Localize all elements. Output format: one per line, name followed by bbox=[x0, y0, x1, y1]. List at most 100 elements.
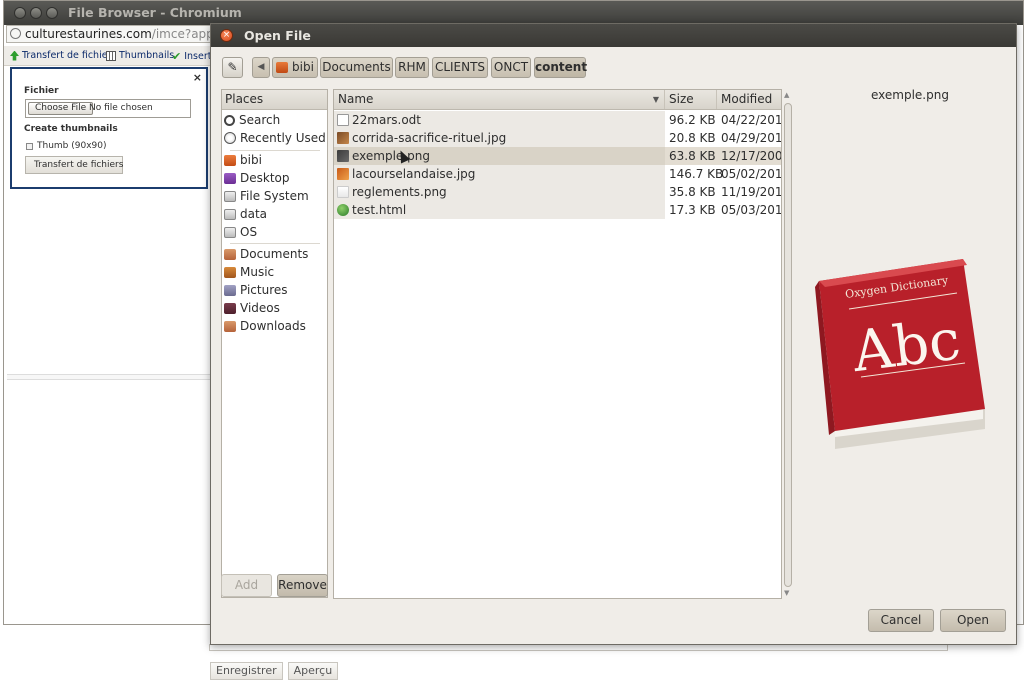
column-name-header[interactable]: Name ▼ bbox=[334, 90, 665, 109]
place-bibi[interactable]: bibi bbox=[224, 151, 262, 169]
place-videos[interactable]: Videos bbox=[224, 299, 280, 317]
sort-descending-icon: ▼ bbox=[652, 95, 659, 104]
file-name: exemple.png bbox=[352, 149, 430, 163]
upload-tab-label: Transfert de fichiers bbox=[22, 50, 117, 61]
home-folder-icon bbox=[224, 154, 236, 166]
file-list-scrollbar[interactable]: ▲ ▼ bbox=[782, 89, 794, 599]
browser-titlebar: File Browser - Chromium bbox=[4, 1, 1023, 25]
search-icon bbox=[224, 114, 235, 126]
window-minimize-icon[interactable] bbox=[30, 7, 42, 19]
file-modified: 11/19/2010 bbox=[721, 185, 782, 199]
places-separator bbox=[230, 243, 320, 244]
place-os[interactable]: OS bbox=[224, 223, 257, 241]
place-label: Search bbox=[239, 113, 281, 127]
preview-button[interactable]: Aperçu bbox=[287, 662, 339, 680]
thumbnails-icon bbox=[106, 50, 116, 61]
open-button[interactable]: Open bbox=[940, 609, 1006, 632]
file-name: 22mars.odt bbox=[352, 113, 421, 127]
thumb-checkbox[interactable] bbox=[26, 143, 33, 150]
globe-icon bbox=[10, 28, 21, 39]
file-size: 20.8 KB bbox=[669, 131, 716, 145]
documents-folder-icon bbox=[224, 248, 236, 260]
path-crumb-bibi[interactable]: bibi bbox=[272, 57, 318, 78]
thumbnails-tab-label: Thumbnails bbox=[119, 50, 175, 61]
place-music[interactable]: Music bbox=[224, 263, 274, 281]
place-label: Downloads bbox=[240, 319, 306, 333]
url-host: culturestaurines.com bbox=[25, 27, 152, 41]
add-place-button[interactable]: Add bbox=[221, 574, 272, 597]
place-downloads[interactable]: Downloads bbox=[224, 317, 306, 335]
thumbnails-tab[interactable]: Thumbnails bbox=[106, 50, 174, 61]
place-pictures[interactable]: Pictures bbox=[224, 281, 288, 299]
preview-filename: exemple.png bbox=[871, 88, 949, 102]
scrollbar-track[interactable] bbox=[784, 103, 792, 587]
file-modified: 05/02/2011 bbox=[721, 167, 782, 181]
path-crumb-clients[interactable]: CLIENTS bbox=[432, 57, 488, 78]
close-icon[interactable]: × bbox=[193, 71, 202, 84]
image-icon bbox=[337, 150, 349, 162]
window-maximize-icon[interactable] bbox=[46, 7, 58, 19]
file-row[interactable]: reglements.png 35.8 KB 11/19/2010 bbox=[334, 183, 782, 201]
checkmark-icon: ✔ bbox=[172, 50, 182, 63]
place-label: Pictures bbox=[240, 283, 288, 297]
place-label: Videos bbox=[240, 301, 280, 315]
insert-tab-label: Insert bbox=[184, 51, 212, 62]
url-path: /imce?app=ck bbox=[151, 27, 212, 41]
place-search[interactable]: Search bbox=[224, 111, 280, 129]
upload-tab[interactable]: Transfert de fichiers bbox=[10, 50, 116, 61]
place-label: Recently Used bbox=[240, 131, 326, 145]
desktop-icon bbox=[224, 172, 236, 184]
pane-divider[interactable] bbox=[7, 374, 214, 380]
image-icon bbox=[337, 132, 349, 144]
location-edit-button[interactable]: ✎ bbox=[222, 57, 243, 78]
column-size-header[interactable]: Size bbox=[665, 90, 717, 109]
image-icon bbox=[337, 186, 349, 198]
cancel-button[interactable]: Cancel bbox=[868, 609, 934, 632]
upload-submit-label: Transfert de fichiers bbox=[34, 160, 124, 170]
place-label: Desktop bbox=[240, 171, 290, 185]
file-input[interactable]: Choose File No file chosen bbox=[25, 99, 191, 118]
place-recently-used[interactable]: Recently Used bbox=[224, 129, 326, 147]
place-label: Music bbox=[240, 265, 275, 279]
downloads-folder-icon bbox=[224, 320, 236, 332]
file-name: reglements.png bbox=[352, 185, 447, 199]
dialog-title: Open File bbox=[244, 28, 311, 43]
recent-icon bbox=[224, 132, 236, 144]
pictures-folder-icon bbox=[224, 284, 236, 296]
window-close-icon[interactable] bbox=[14, 7, 26, 19]
file-size: 63.8 KB bbox=[669, 149, 716, 163]
path-crumb-rhm[interactable]: RHM bbox=[395, 57, 429, 78]
place-file-system[interactable]: File System bbox=[224, 187, 309, 205]
upload-submit-button[interactable]: Transfert de fichiers bbox=[25, 156, 123, 174]
file-row[interactable]: lacourselandaise.jpg 146.7 KB 05/02/2011 bbox=[334, 165, 782, 183]
place-label: File System bbox=[240, 189, 309, 203]
file-row[interactable]: corrida-sacrifice-rituel.jpg 20.8 KB 04/… bbox=[334, 129, 781, 147]
close-icon[interactable]: × bbox=[220, 29, 233, 42]
document-icon bbox=[337, 114, 349, 126]
choose-file-button[interactable]: Choose File bbox=[28, 102, 94, 115]
path-crumb-content[interactable]: content bbox=[534, 57, 587, 78]
place-desktop[interactable]: Desktop bbox=[224, 169, 290, 187]
music-folder-icon bbox=[224, 266, 236, 278]
scroll-up-icon[interactable]: ▲ bbox=[784, 91, 789, 99]
home-folder-icon bbox=[276, 62, 289, 73]
save-button[interactable]: Enregistrer bbox=[210, 662, 283, 680]
remove-place-button[interactable]: Remove bbox=[277, 574, 328, 597]
book-text: Abc bbox=[848, 307, 964, 385]
thumbnails-heading: Create thumbnails bbox=[24, 124, 118, 134]
place-data[interactable]: data bbox=[224, 205, 267, 223]
path-crumb-documents[interactable]: Documents bbox=[320, 57, 393, 78]
file-size: 146.7 KB bbox=[669, 167, 724, 181]
column-modified-header[interactable]: Modified bbox=[717, 90, 781, 109]
insert-tab[interactable]: ✔ Insert bbox=[172, 50, 211, 63]
path-crumb-onct[interactable]: ONCT bbox=[491, 57, 531, 78]
path-back-button[interactable]: ◀ bbox=[252, 57, 270, 78]
places-header[interactable]: Places bbox=[222, 90, 327, 110]
scroll-down-icon[interactable]: ▼ bbox=[784, 589, 789, 597]
file-row[interactable]: 22mars.odt 96.2 KB 04/22/2011 bbox=[334, 111, 781, 129]
url-bar[interactable]: culturestaurines.com/imce?app=ck bbox=[6, 25, 212, 43]
place-documents[interactable]: Documents bbox=[224, 245, 308, 263]
file-name: corrida-sacrifice-rituel.jpg bbox=[352, 131, 507, 145]
file-row[interactable]: test.html 17.3 KB 05/03/2011 bbox=[334, 201, 781, 219]
form-field-edge bbox=[209, 644, 948, 651]
